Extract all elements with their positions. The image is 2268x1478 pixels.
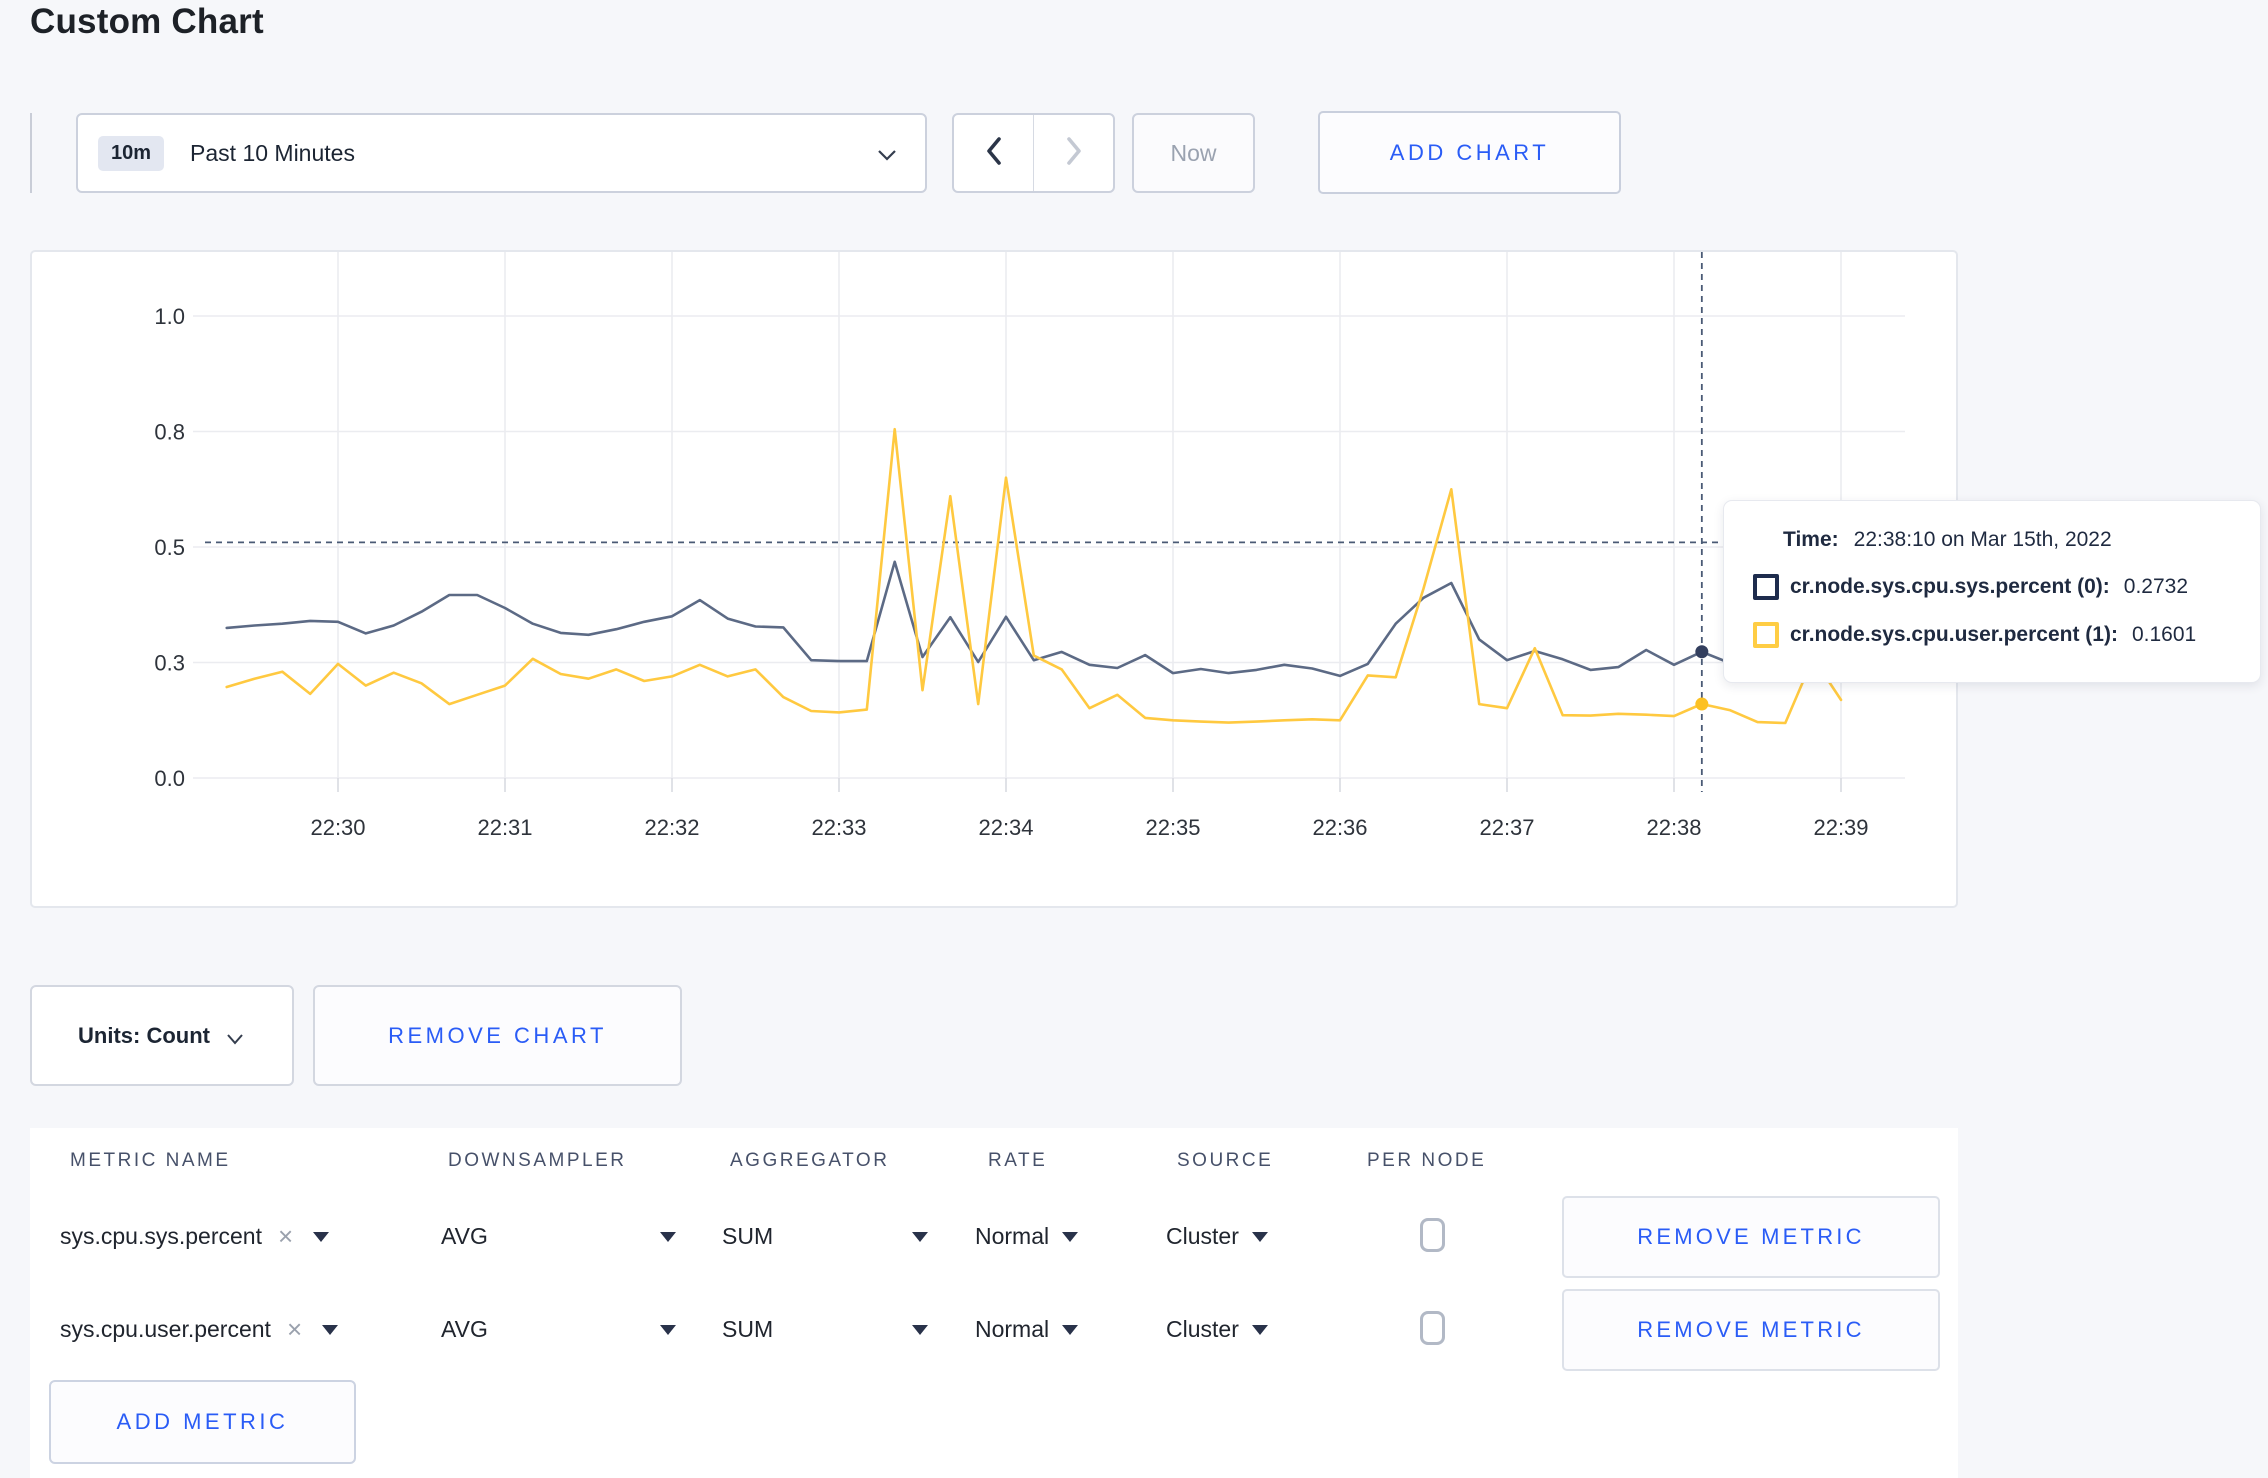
highlight-dot-1 — [1695, 697, 1709, 711]
time-window-select[interactable]: 10m Past 10 Minutes — [76, 113, 927, 193]
header-source: SOURCE — [1177, 1150, 1274, 1171]
caret-down-icon — [322, 1324, 339, 1335]
chevron-right-icon — [1061, 135, 1087, 172]
svg-text:22:31: 22:31 — [477, 815, 532, 840]
rate-select[interactable]: Normal — [975, 1190, 1079, 1283]
downsampler-select[interactable]: AVG — [441, 1283, 488, 1376]
per-node-checkbox[interactable] — [1420, 1311, 1445, 1345]
add-metric-button[interactable]: ADD METRIC — [49, 1380, 356, 1464]
svg-text:22:38: 22:38 — [1646, 815, 1701, 840]
svg-text:22:32: 22:32 — [644, 815, 699, 840]
metrics-chart[interactable]: 0.0 0.3 0.5 0.8 1.0 22:30 22:31 22:32 22:33 22:34… — [30, 250, 1958, 908]
chevron-down-icon — [227, 1033, 243, 1045]
remove-chart-button[interactable]: REMOVE CHART — [313, 985, 682, 1086]
units-select[interactable]: Units: Count — [30, 985, 294, 1086]
tooltip-sys-label: cr.node.sys.cpu.sys.percent (0): — [1790, 575, 2110, 598]
toolbar-divider — [30, 113, 32, 193]
svg-text:1.0: 1.0 — [154, 304, 185, 329]
header-per-node: PER NODE — [1367, 1150, 1487, 1171]
metric-row: sys.cpu.user.percent × AVG SUM Normal Cl… — [30, 1283, 1958, 1376]
metric-name: sys.cpu.sys.percent — [60, 1223, 262, 1249]
svg-text:22:35: 22:35 — [1145, 815, 1200, 840]
series-line-0 — [225, 560, 1843, 678]
caret-down-icon[interactable] — [912, 1232, 928, 1242]
time-window-label: Past 10 Minutes — [190, 139, 355, 166]
downsampler-select[interactable]: AVG — [441, 1190, 488, 1283]
next-time-button[interactable] — [1034, 115, 1113, 191]
add-chart-button[interactable]: ADD CHART — [1318, 111, 1621, 194]
now-button[interactable]: Now — [1132, 113, 1255, 193]
svg-text:22:36: 22:36 — [1312, 815, 1367, 840]
per-node-checkbox[interactable] — [1420, 1218, 1445, 1252]
chevron-down-icon — [875, 145, 899, 170]
tooltip-user-label: cr.node.sys.cpu.user.percent (1): — [1790, 623, 2118, 646]
aggregator-select[interactable]: SUM — [722, 1283, 773, 1376]
header-aggregator: AGGREGATOR — [730, 1150, 890, 1171]
tooltip-time-label: Time: — [1783, 528, 1839, 551]
chevron-left-icon — [981, 135, 1007, 172]
caret-down-icon — [1251, 1231, 1268, 1242]
chart-card: 0.0 0.3 0.5 0.8 1.0 22:30 22:31 22:32 22:33 22:34… — [30, 250, 1958, 908]
metric-name-select[interactable]: sys.cpu.user.percent × — [60, 1283, 339, 1376]
caret-down-icon[interactable] — [660, 1232, 676, 1242]
custom-chart-page: Custom Chart 10m Past 10 Minutes Now ADD… — [0, 0, 2268, 1478]
caret-down-icon — [1062, 1231, 1079, 1242]
source-select[interactable]: Cluster — [1166, 1190, 1268, 1283]
source-select[interactable]: Cluster — [1166, 1283, 1268, 1376]
metric-name-select[interactable]: sys.cpu.sys.percent × — [60, 1190, 330, 1283]
chart-tooltip: Time: 22:38:10 on Mar 15th, 2022 cr.node… — [1723, 500, 2261, 683]
series-line-1 — [225, 427, 1843, 725]
metrics-table-header: METRIC NAME DOWNSAMPLER AGGREGATOR RATE … — [30, 1128, 1958, 1190]
page-title: Custom Chart — [30, 2, 264, 41]
units-label: Units: Count — [78, 1022, 210, 1048]
user-series-swatch-icon — [1753, 622, 1779, 648]
highlight-dot-0 — [1695, 645, 1709, 659]
tooltip-series-user: cr.node.sys.cpu.user.percent (1): 0.1601 — [1753, 622, 2260, 648]
tooltip-sys-value: 0.2732 — [2123, 575, 2189, 598]
tooltip-time-row: Time: 22:38:10 on Mar 15th, 2022 — [1753, 528, 2260, 552]
header-metric-name: METRIC NAME — [70, 1150, 231, 1171]
caret-down-icon — [313, 1231, 330, 1242]
metrics-table: METRIC NAME DOWNSAMPLER AGGREGATOR RATE … — [30, 1128, 1958, 1478]
svg-text:0.0: 0.0 — [154, 766, 185, 791]
svg-text:0.3: 0.3 — [154, 651, 185, 676]
svg-text:22:33: 22:33 — [811, 815, 866, 840]
caret-down-icon[interactable] — [912, 1325, 928, 1335]
rate-select[interactable]: Normal — [975, 1283, 1079, 1376]
caret-down-icon — [1062, 1324, 1079, 1335]
svg-text:22:39: 22:39 — [1813, 815, 1868, 840]
time-window-badge: 10m — [98, 135, 165, 171]
close-icon[interactable]: × — [287, 1314, 302, 1345]
svg-text:22:37: 22:37 — [1479, 815, 1534, 840]
svg-text:0.8: 0.8 — [154, 420, 185, 445]
time-pager — [952, 113, 1115, 193]
aggregator-select[interactable]: SUM — [722, 1190, 773, 1283]
tooltip-series-sys: cr.node.sys.cpu.sys.percent (0): 0.2732 — [1753, 574, 2260, 600]
header-rate: RATE — [988, 1150, 1048, 1171]
remove-metric-button[interactable]: REMOVE METRIC — [1562, 1196, 1940, 1278]
header-downsampler: DOWNSAMPLER — [448, 1150, 627, 1171]
metric-row: sys.cpu.sys.percent × AVG SUM Normal Clu… — [30, 1190, 1958, 1283]
svg-text:0.5: 0.5 — [154, 535, 185, 560]
remove-metric-button[interactable]: REMOVE METRIC — [1562, 1289, 1940, 1371]
svg-text:22:34: 22:34 — [978, 815, 1033, 840]
tooltip-time-value: 22:38:10 on Mar 15th, 2022 — [1853, 528, 2112, 551]
svg-text:22:30: 22:30 — [310, 815, 365, 840]
metric-name: sys.cpu.user.percent — [60, 1316, 271, 1342]
tooltip-user-value: 0.1601 — [2131, 623, 2197, 646]
caret-down-icon[interactable] — [660, 1325, 676, 1335]
caret-down-icon — [1251, 1324, 1268, 1335]
close-icon[interactable]: × — [278, 1221, 293, 1252]
sys-series-swatch-icon — [1753, 574, 1779, 600]
prev-time-button[interactable] — [954, 115, 1034, 191]
